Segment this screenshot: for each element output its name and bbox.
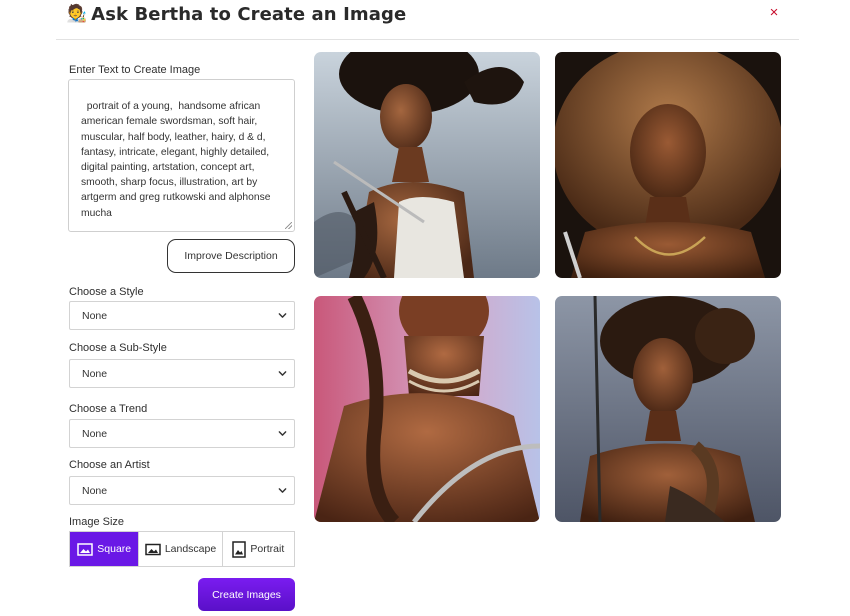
prompt-label: Enter Text to Create Image (69, 64, 201, 76)
chevron-down-icon (278, 371, 287, 376)
size-option-square[interactable]: Square (70, 532, 140, 566)
substyle-label: Choose a Sub-Style (69, 342, 167, 354)
style-select[interactable]: None (69, 301, 295, 330)
portrait-illustration (314, 52, 540, 278)
generated-image-3[interactable] (314, 296, 540, 522)
prompt-textarea[interactable]: portrait of a young, handsome african am… (68, 79, 295, 232)
size-option-label: Square (97, 543, 132, 555)
title-wrap: 🧑‍🎨 Ask Bertha to Create an Image (66, 2, 406, 26)
trend-select-value: None (82, 427, 108, 440)
generated-image-2[interactable] (555, 52, 781, 278)
dialog-header: 🧑‍🎨 Ask Bertha to Create an Image × (0, 0, 850, 40)
portrait-illustration (555, 52, 781, 278)
size-option-label: Portrait (250, 543, 285, 555)
trend-select[interactable]: None (69, 419, 295, 448)
substyle-select-value: None (82, 367, 108, 380)
artist-select[interactable]: None (69, 476, 295, 505)
artist-select-value: None (82, 484, 108, 497)
portrait-image-icon (232, 540, 247, 558)
landscape-image-icon (145, 543, 161, 555)
portrait-illustration (314, 296, 540, 522)
size-option-landscape[interactable]: Landscape (139, 532, 223, 566)
style-label: Choose a Style (69, 286, 144, 298)
prompt-text: portrait of a young, handsome african am… (81, 101, 274, 219)
generated-image-4[interactable] (555, 296, 781, 522)
create-images-button[interactable]: Create Images (198, 578, 295, 611)
chevron-down-icon (278, 313, 287, 318)
portrait-illustration (555, 296, 781, 522)
generated-image-1[interactable] (314, 52, 540, 278)
image-size-label: Image Size (69, 516, 125, 528)
chevron-down-icon (278, 431, 287, 436)
header-divider (56, 39, 799, 40)
close-button[interactable]: × (765, 4, 783, 22)
dialog-title: Ask Bertha to Create an Image (91, 3, 407, 25)
size-option-label: Landscape (164, 543, 217, 555)
improve-description-button[interactable]: Improve Description (167, 239, 295, 273)
chevron-down-icon (278, 488, 287, 493)
artist-emoji-icon: 🧑‍🎨 (66, 4, 88, 23)
style-select-value: None (82, 309, 108, 322)
resize-grip-icon[interactable] (285, 222, 292, 229)
image-size-toggle-group: Square Landscape Portrait (69, 531, 295, 567)
trend-label: Choose a Trend (69, 403, 148, 415)
substyle-select[interactable]: None (69, 359, 295, 388)
size-option-portrait[interactable]: Portrait (223, 532, 294, 566)
image-icon (77, 542, 94, 556)
artist-label: Choose an Artist (69, 459, 150, 471)
